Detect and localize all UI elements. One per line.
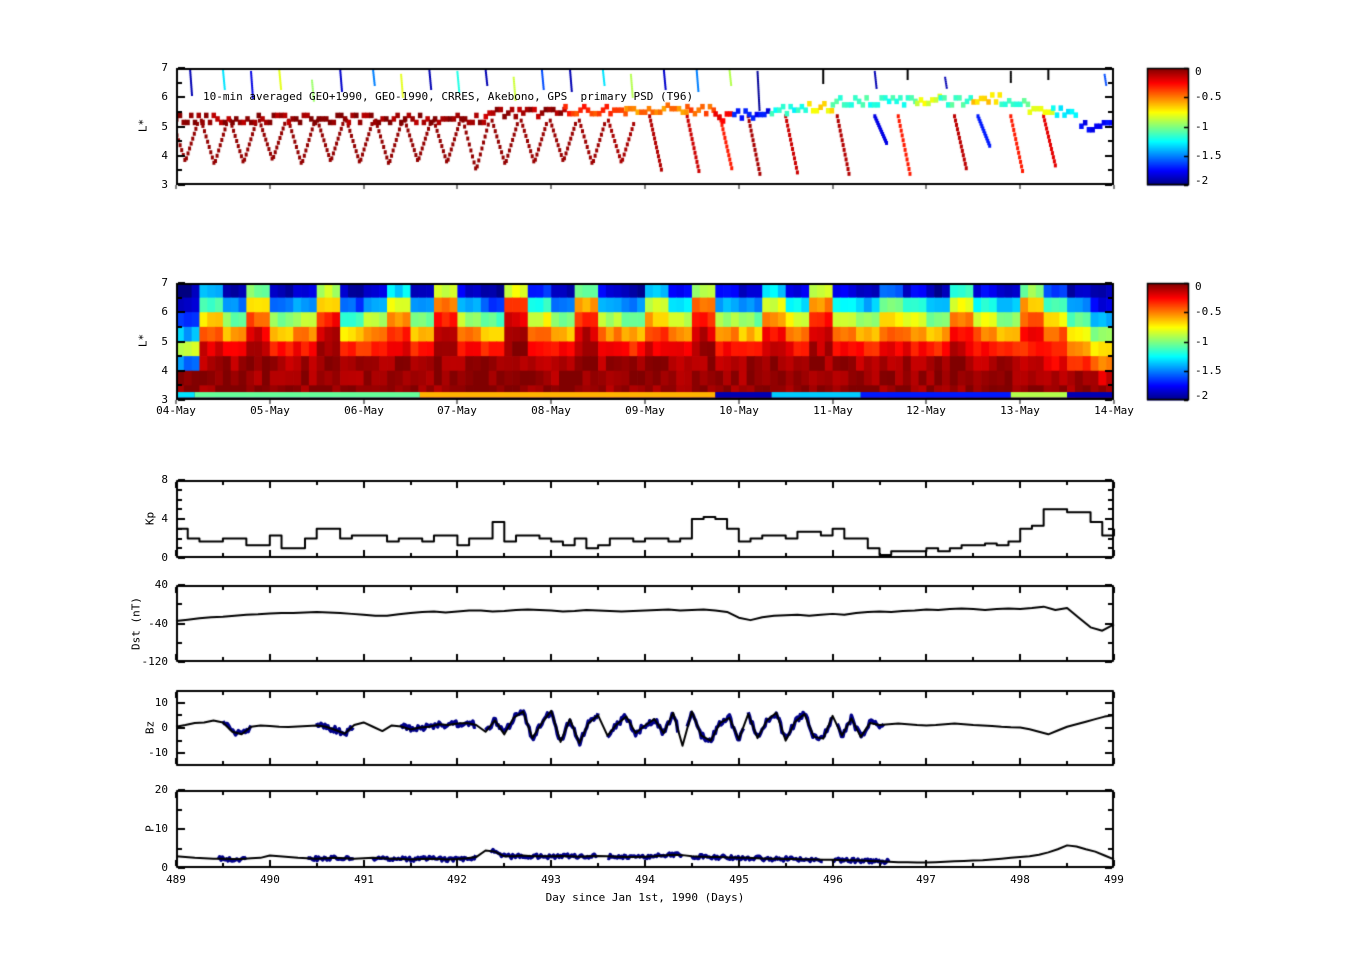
psd-model-panel	[176, 283, 1114, 400]
dst-ytick-label: -120	[136, 656, 168, 668]
p2-xtick-label: 04-May	[148, 405, 204, 417]
panel2-ylabel: L*	[137, 301, 150, 381]
colorbar1-tick-label: 0	[1195, 66, 1202, 78]
time-xtick-label: 495	[723, 874, 755, 886]
figure: 10-min averaged GEO+1990, GEO-1990, CRRE…	[0, 0, 1351, 974]
time-xtick-label: 493	[535, 874, 567, 886]
time-xtick-label: 492	[441, 874, 473, 886]
p2-xtick-label: 08-May	[523, 405, 579, 417]
colorbar2-tick-label: -2	[1195, 390, 1208, 402]
panel1-ylabel: L*	[137, 86, 150, 166]
colorbar1-tick-label: -1	[1195, 121, 1208, 133]
time-xtick-label: 497	[910, 874, 942, 886]
kp-ytick-label: 4	[136, 513, 168, 525]
p2-xtick-label: 13-May	[992, 405, 1048, 417]
dst-panel	[176, 585, 1114, 662]
p1-ytick-label: 4	[154, 150, 168, 162]
colorbar-top	[1147, 68, 1189, 185]
time-xtick-label: 489	[160, 874, 192, 886]
colorbar1-tick-label: -1.5	[1195, 150, 1222, 162]
p2-xtick-label: 11-May	[805, 405, 861, 417]
bz-ytick-label: -10	[136, 747, 168, 759]
p2-xtick-label: 10-May	[711, 405, 767, 417]
p2-xtick-label: 05-May	[242, 405, 298, 417]
dst-ytick-label: -40	[136, 618, 168, 630]
p2-ytick-label: 6	[154, 306, 168, 318]
bz-panel	[176, 690, 1114, 766]
time-xtick-label: 491	[348, 874, 380, 886]
time-xlabel: Day since Jan 1st, 1990 (Days)	[176, 891, 1114, 904]
colorbar1-tick-label: -0.5	[1195, 91, 1222, 103]
time-xtick-label: 498	[1004, 874, 1036, 886]
dst-ytick-label: 40	[136, 579, 168, 591]
bz-ytick-label: 10	[136, 697, 168, 709]
kp-ytick-label: 0	[136, 552, 168, 564]
colorbar-bottom	[1147, 283, 1189, 400]
psd-observations-panel	[176, 68, 1114, 185]
p2-xtick-label: 12-May	[898, 405, 954, 417]
bz-ytick-label: 0	[136, 722, 168, 734]
p2-xtick-label: 14-May	[1086, 405, 1142, 417]
p-ytick-label: 20	[136, 784, 168, 796]
colorbar2-tick-label: -1.5	[1195, 365, 1222, 377]
colorbar2-tick-label: 0	[1195, 281, 1202, 293]
p2-ytick-label: 7	[154, 277, 168, 289]
time-xtick-label: 496	[817, 874, 849, 886]
p-ytick-label: 10	[136, 823, 168, 835]
p2-xtick-label: 09-May	[617, 405, 673, 417]
p2-ytick-label: 4	[154, 365, 168, 377]
p1-ytick-label: 5	[154, 121, 168, 133]
p-ytick-label: 0	[136, 862, 168, 874]
p2-xtick-label: 07-May	[429, 405, 485, 417]
colorbar2-tick-label: -1	[1195, 336, 1208, 348]
panel1-inline-title: 10-min averaged GEO+1990, GEO-1990, CRRE…	[203, 90, 693, 103]
time-xtick-label: 494	[629, 874, 661, 886]
p2-ytick-label: 5	[154, 336, 168, 348]
p2-xtick-label: 06-May	[336, 405, 392, 417]
time-xtick-label: 490	[254, 874, 286, 886]
p1-ytick-label: 6	[154, 91, 168, 103]
kp-panel	[176, 480, 1114, 558]
p-panel	[176, 790, 1114, 868]
p1-ytick-label: 7	[154, 62, 168, 74]
colorbar2-tick-label: -0.5	[1195, 306, 1222, 318]
colorbar1-tick-label: -2	[1195, 175, 1208, 187]
p1-ytick-label: 3	[154, 179, 168, 191]
time-xtick-label: 499	[1098, 874, 1130, 886]
kp-ytick-label: 8	[136, 474, 168, 486]
